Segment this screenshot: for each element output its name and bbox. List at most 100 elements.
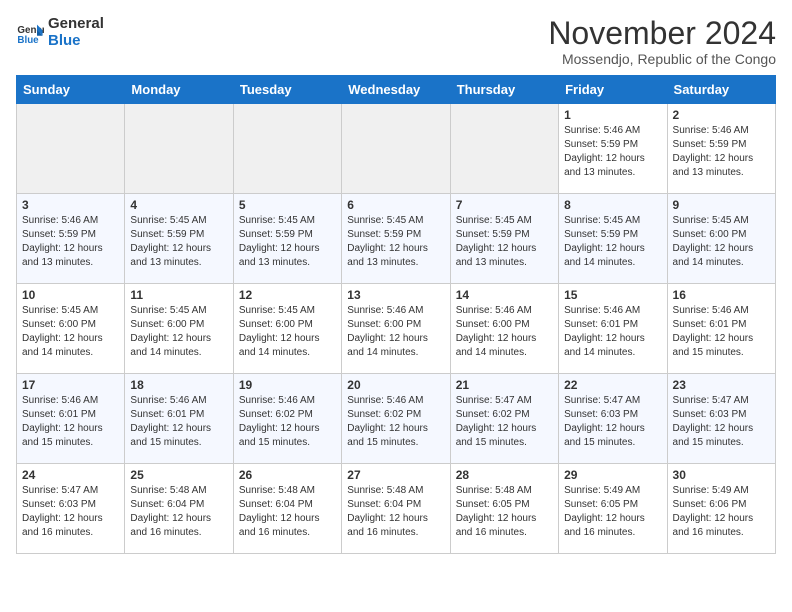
day-number: 11 bbox=[130, 288, 227, 302]
day-detail: Sunrise: 5:46 AMSunset: 6:02 PMDaylight:… bbox=[239, 394, 336, 450]
col-header-friday: Friday bbox=[559, 76, 667, 104]
day-number: 23 bbox=[673, 378, 770, 392]
day-detail: Sunrise: 5:45 AMSunset: 5:59 PMDaylight:… bbox=[564, 214, 661, 270]
calendar-cell: 7 Sunrise: 5:45 AMSunset: 5:59 PMDaylight… bbox=[450, 194, 558, 284]
day-detail: Sunrise: 5:45 AMSunset: 6:00 PMDaylight:… bbox=[22, 304, 119, 360]
day-detail: Sunrise: 5:46 AMSunset: 5:59 PMDaylight:… bbox=[564, 124, 661, 180]
week-row-1: 1 Sunrise: 5:46 AMSunset: 5:59 PMDaylight… bbox=[17, 104, 776, 194]
day-number: 8 bbox=[564, 198, 661, 212]
calendar-cell: 1 Sunrise: 5:46 AMSunset: 5:59 PMDaylight… bbox=[559, 104, 667, 194]
day-detail: Sunrise: 5:45 AMSunset: 6:00 PMDaylight:… bbox=[239, 304, 336, 360]
calendar-cell: 29Sunrise: 5:49 AMSunset: 6:05 PMDayligh… bbox=[559, 464, 667, 554]
day-detail: Sunrise: 5:46 AMSunset: 6:00 PMDaylight:… bbox=[347, 304, 444, 360]
calendar-cell: 15Sunrise: 5:46 AMSunset: 6:01 PMDayligh… bbox=[559, 284, 667, 374]
day-detail: Sunrise: 5:47 AMSunset: 6:03 PMDaylight:… bbox=[673, 394, 770, 450]
calendar-cell: 12Sunrise: 5:45 AMSunset: 6:00 PMDayligh… bbox=[233, 284, 341, 374]
calendar-cell: 20 Sunrise: 5:46 AMSunset: 6:02 PMDayligh… bbox=[342, 374, 450, 464]
calendar-cell bbox=[342, 104, 450, 194]
title-block: November 2024 Mossendjo, Republic of the… bbox=[548, 16, 776, 67]
day-detail: Sunrise: 5:45 AMSunset: 5:59 PMDaylight:… bbox=[347, 214, 444, 270]
calendar-cell: 18Sunrise: 5:46 AMSunset: 6:01 PMDayligh… bbox=[125, 374, 233, 464]
calendar-cell: 28 Sunrise: 5:48 AMSunset: 6:05 PMDayligh… bbox=[450, 464, 558, 554]
day-number: 9 bbox=[673, 198, 770, 212]
day-detail: Sunrise: 5:47 AMSunset: 6:03 PMDaylight:… bbox=[564, 394, 661, 450]
day-number: 27 bbox=[347, 468, 444, 482]
week-row-2: 3Sunrise: 5:46 AMSunset: 5:59 PMDaylight… bbox=[17, 194, 776, 284]
day-number: 16 bbox=[673, 288, 770, 302]
location: Mossendjo, Republic of the Congo bbox=[548, 51, 776, 67]
day-detail: Sunrise: 5:46 AMSunset: 6:02 PMDaylight:… bbox=[347, 394, 444, 450]
day-number: 4 bbox=[130, 198, 227, 212]
day-number: 21 bbox=[456, 378, 553, 392]
calendar-cell bbox=[450, 104, 558, 194]
calendar-cell: 5 Sunrise: 5:45 AMSunset: 5:59 PMDaylight… bbox=[233, 194, 341, 284]
day-number: 13 bbox=[347, 288, 444, 302]
col-header-thursday: Thursday bbox=[450, 76, 558, 104]
calendar-cell: 30 Sunrise: 5:49 AMSunset: 6:06 PMDayligh… bbox=[667, 464, 775, 554]
day-number: 22 bbox=[564, 378, 661, 392]
day-number: 2 bbox=[673, 108, 770, 122]
day-number: 24 bbox=[22, 468, 119, 482]
day-detail: Sunrise: 5:45 AMSunset: 6:00 PMDaylight:… bbox=[130, 304, 227, 360]
day-number: 19 bbox=[239, 378, 336, 392]
calendar-cell: 4 Sunrise: 5:45 AMSunset: 5:59 PMDaylight… bbox=[125, 194, 233, 284]
day-detail: Sunrise: 5:45 AMSunset: 5:59 PMDaylight:… bbox=[239, 214, 336, 270]
day-number: 1 bbox=[564, 108, 661, 122]
day-detail: Sunrise: 5:49 AMSunset: 6:05 PMDaylight:… bbox=[564, 484, 661, 540]
calendar-cell: 25 Sunrise: 5:48 AMSunset: 6:04 PMDayligh… bbox=[125, 464, 233, 554]
day-number: 5 bbox=[239, 198, 336, 212]
day-number: 28 bbox=[456, 468, 553, 482]
svg-text:Blue: Blue bbox=[17, 34, 39, 45]
calendar-cell bbox=[125, 104, 233, 194]
day-detail: Sunrise: 5:45 AMSunset: 5:59 PMDaylight:… bbox=[130, 214, 227, 270]
day-detail: Sunrise: 5:49 AMSunset: 6:06 PMDaylight:… bbox=[673, 484, 770, 540]
day-detail: Sunrise: 5:46 AMSunset: 6:00 PMDaylight:… bbox=[456, 304, 553, 360]
day-number: 18 bbox=[130, 378, 227, 392]
calendar-cell: 21 Sunrise: 5:47 AMSunset: 6:02 PMDayligh… bbox=[450, 374, 558, 464]
day-number: 14 bbox=[456, 288, 553, 302]
day-detail: Sunrise: 5:48 AMSunset: 6:04 PMDaylight:… bbox=[130, 484, 227, 540]
day-detail: Sunrise: 5:46 AMSunset: 6:01 PMDaylight:… bbox=[22, 394, 119, 450]
day-number: 30 bbox=[673, 468, 770, 482]
calendar-cell: 22 Sunrise: 5:47 AMSunset: 6:03 PMDayligh… bbox=[559, 374, 667, 464]
logo: General Blue General Blue bbox=[16, 16, 104, 49]
col-header-monday: Monday bbox=[125, 76, 233, 104]
calendar-cell bbox=[233, 104, 341, 194]
day-detail: Sunrise: 5:46 AMSunset: 5:59 PMDaylight:… bbox=[22, 214, 119, 270]
day-number: 10 bbox=[22, 288, 119, 302]
day-detail: Sunrise: 5:48 AMSunset: 6:05 PMDaylight:… bbox=[456, 484, 553, 540]
day-number: 25 bbox=[130, 468, 227, 482]
calendar-cell: 14 Sunrise: 5:46 AMSunset: 6:00 PMDayligh… bbox=[450, 284, 558, 374]
day-detail: Sunrise: 5:45 AMSunset: 5:59 PMDaylight:… bbox=[456, 214, 553, 270]
calendar-cell: 27 Sunrise: 5:48 AMSunset: 6:04 PMDayligh… bbox=[342, 464, 450, 554]
col-header-tuesday: Tuesday bbox=[233, 76, 341, 104]
calendar-cell: 3Sunrise: 5:46 AMSunset: 5:59 PMDaylight… bbox=[17, 194, 125, 284]
calendar-cell: 19 Sunrise: 5:46 AMSunset: 6:02 PMDayligh… bbox=[233, 374, 341, 464]
day-detail: Sunrise: 5:48 AMSunset: 6:04 PMDaylight:… bbox=[239, 484, 336, 540]
calendar-cell bbox=[17, 104, 125, 194]
day-number: 20 bbox=[347, 378, 444, 392]
week-row-5: 24Sunrise: 5:47 AMSunset: 6:03 PMDayligh… bbox=[17, 464, 776, 554]
day-detail: Sunrise: 5:46 AMSunset: 6:01 PMDaylight:… bbox=[564, 304, 661, 360]
day-detail: Sunrise: 5:48 AMSunset: 6:04 PMDaylight:… bbox=[347, 484, 444, 540]
week-row-3: 10 Sunrise: 5:45 AMSunset: 6:00 PMDayligh… bbox=[17, 284, 776, 374]
calendar-cell: 9 Sunrise: 5:45 AMSunset: 6:00 PMDaylight… bbox=[667, 194, 775, 284]
day-detail: Sunrise: 5:45 AMSunset: 6:00 PMDaylight:… bbox=[673, 214, 770, 270]
calendar-header-row: SundayMondayTuesdayWednesdayThursdayFrid… bbox=[17, 76, 776, 104]
day-detail: Sunrise: 5:46 AMSunset: 6:01 PMDaylight:… bbox=[673, 304, 770, 360]
calendar-cell: 26 Sunrise: 5:48 AMSunset: 6:04 PMDayligh… bbox=[233, 464, 341, 554]
month-title: November 2024 bbox=[548, 16, 776, 51]
day-number: 26 bbox=[239, 468, 336, 482]
day-number: 7 bbox=[456, 198, 553, 212]
day-number: 17 bbox=[22, 378, 119, 392]
calendar-cell: 24Sunrise: 5:47 AMSunset: 6:03 PMDayligh… bbox=[17, 464, 125, 554]
calendar-cell: 23 Sunrise: 5:47 AMSunset: 6:03 PMDayligh… bbox=[667, 374, 775, 464]
day-number: 6 bbox=[347, 198, 444, 212]
calendar-cell: 16 Sunrise: 5:46 AMSunset: 6:01 PMDayligh… bbox=[667, 284, 775, 374]
col-header-saturday: Saturday bbox=[667, 76, 775, 104]
calendar-cell: 6 Sunrise: 5:45 AMSunset: 5:59 PMDaylight… bbox=[342, 194, 450, 284]
week-row-4: 17 Sunrise: 5:46 AMSunset: 6:01 PMDayligh… bbox=[17, 374, 776, 464]
day-detail: Sunrise: 5:47 AMSunset: 6:02 PMDaylight:… bbox=[456, 394, 553, 450]
col-header-sunday: Sunday bbox=[17, 76, 125, 104]
page-header: General Blue General Blue November 2024 … bbox=[16, 16, 776, 67]
